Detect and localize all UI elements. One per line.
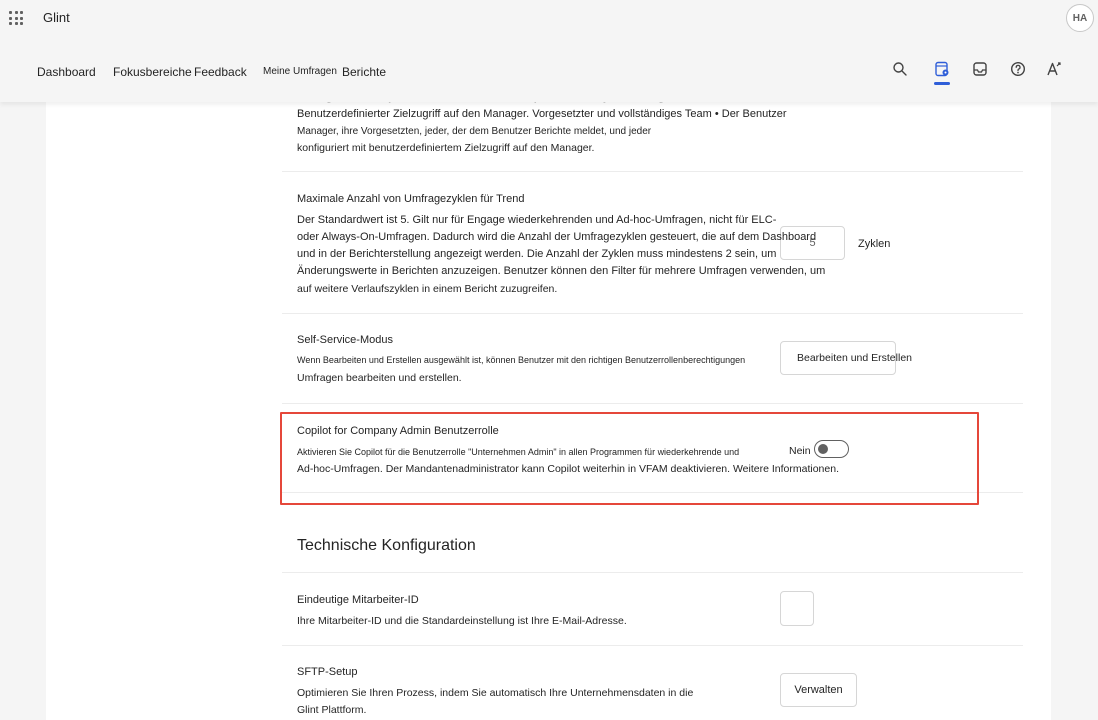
self-service-line-1: Wenn Bearbeiten und Erstellen ausgewählt… — [297, 355, 746, 365]
left-panel — [46, 102, 269, 720]
cycles-unit-label: Zyklen — [858, 238, 891, 250]
edit-create-button[interactable]: Bearbeiten und Erstellen — [780, 341, 912, 375]
app-launcher-icon[interactable] — [9, 11, 23, 25]
nav-feedback[interactable]: Feedback — [194, 65, 247, 79]
self-service-title: Self-Service-Modus — [297, 334, 393, 346]
top-bar: Glint HA — [0, 0, 1098, 36]
manage-button[interactable]: Verwalten — [780, 673, 857, 707]
right-gutter — [1051, 102, 1098, 720]
search-icon[interactable] — [891, 60, 909, 78]
divider — [282, 645, 1023, 646]
admin-settings-icon[interactable] — [933, 60, 951, 78]
avatar[interactable]: HA — [1066, 4, 1094, 32]
sftp-line-2: Glint Plattform. — [297, 704, 367, 716]
divider — [282, 572, 1023, 573]
nav-fokusbereiche[interactable]: Fokusbereiche — [113, 65, 192, 79]
sftp-title: SFTP-Setup — [297, 666, 358, 678]
main-nav: Dashboard Fokusbereiche Feedback Meine U… — [0, 36, 1098, 102]
highlight-box — [280, 412, 979, 505]
divider — [282, 313, 1023, 314]
trend-title: Maximale Anzahl von Umfragezyklen für Tr… — [297, 193, 525, 205]
help-icon[interactable] — [1009, 60, 1027, 78]
employee-id-title: Eindeutige Mitarbeiter-ID — [297, 594, 419, 606]
active-tab-indicator — [934, 82, 950, 85]
app-name[interactable]: Glint — [43, 10, 70, 25]
section-heading-technical: Technische Konfiguration — [297, 537, 476, 554]
scope-line-3: konfiguriert mit benutzerdefiniertem Zie… — [297, 142, 595, 154]
divider — [282, 403, 1023, 404]
text-settings-icon[interactable] — [1045, 60, 1063, 78]
trend-line-5: auf weitere Verlaufszyklen in einem Beri… — [297, 283, 558, 295]
nav-meine-umfragen[interactable]: Meine Umfragen — [263, 66, 337, 77]
self-service-line-2: Umfragen bearbeiten und erstellen. — [297, 372, 462, 384]
nav-berichte[interactable]: Berichte — [342, 65, 386, 79]
nav-dashboard[interactable]: Dashboard — [37, 65, 96, 79]
employee-id-text: Ihre Mitarbeiter-ID und die Standardeins… — [297, 615, 627, 627]
divider — [282, 171, 1023, 172]
inbox-icon[interactable] — [971, 60, 989, 78]
employee-id-field[interactable] — [780, 591, 814, 626]
trend-line-4: Änderungswerte in Berichten anzuzeigen. … — [297, 265, 826, 277]
